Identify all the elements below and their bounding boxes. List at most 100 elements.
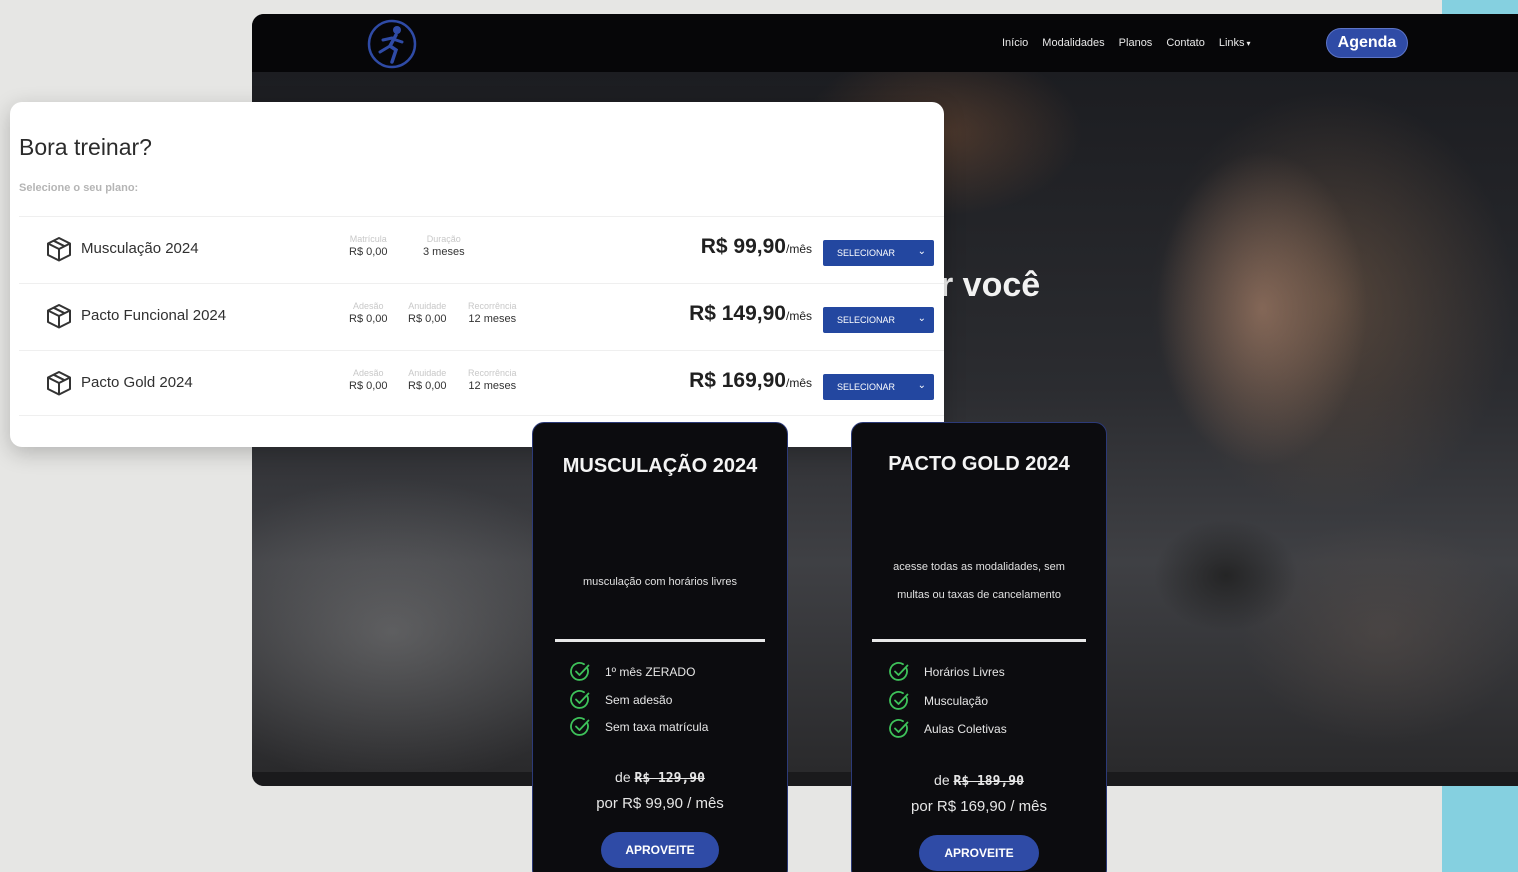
check-circle-icon <box>889 719 909 738</box>
chevron-down-icon: ⌄ <box>917 246 926 257</box>
feature-label: Musculação <box>924 694 989 708</box>
new-price-prefix: por <box>911 798 933 815</box>
accent-strip-bottom <box>1442 786 1518 872</box>
plan-row-pacto-funcional[interactable]: Pacto Funcional 2024 Adesão R$ 0,00 Anui… <box>19 283 944 349</box>
meta-value: R$ 0,00 <box>349 380 388 392</box>
plan-name: Pacto Gold 2024 <box>81 374 193 391</box>
feature-label: 1º mês ZERADO <box>605 665 696 679</box>
nav-link-contato[interactable]: Contato <box>1166 37 1205 49</box>
plan-price: R$ 169,90/mês <box>689 369 812 393</box>
plan-meta-adesao: Adesão R$ 0,00 <box>349 301 388 325</box>
select-plan-button[interactable]: SELECIONAR ⌄ <box>823 374 934 400</box>
card-description: musculação com horários livres <box>582 576 738 588</box>
card-description-line: acesse todas as modalidades, sem <box>893 561 1065 573</box>
card-description-line: multas ou taxas de cancelamento <box>897 589 1061 601</box>
nav-link-links-dropdown[interactable]: Links ▾ <box>1219 37 1251 49</box>
feature-label: Aulas Coletivas <box>924 722 1007 736</box>
nav-menu: Início Modalidades Planos Contato Links ▾ <box>1002 37 1251 49</box>
feature-item: 1º mês ZERADO <box>569 661 695 683</box>
per-month-label: /mês <box>785 242 812 256</box>
plan-meta-recorrencia: Recorrência 12 meses <box>468 301 517 325</box>
plan-meta-recorrencia: Recorrência 12 meses <box>468 368 517 392</box>
plan-row-pacto-gold[interactable]: Pacto Gold 2024 Adesão R$ 0,00 Anuidade … <box>19 350 944 416</box>
plan-price-value: R$ 99,90 <box>700 235 786 258</box>
nav-link-inicio[interactable]: Início <box>1002 37 1028 49</box>
select-plan-button[interactable]: SELECIONAR ⌄ <box>823 240 934 266</box>
hero-headline: r você <box>940 266 1041 304</box>
nav-link-planos[interactable]: Planos <box>1119 37 1153 49</box>
feature-item: Sem adesão <box>569 689 672 711</box>
aproveite-button[interactable]: APROVEITE <box>919 835 1039 871</box>
new-price-prefix: por <box>596 795 618 812</box>
plan-meta-anuidade: Anuidade R$ 0,00 <box>408 301 447 325</box>
plan-meta-adesao: Adesão R$ 0,00 <box>349 368 388 392</box>
meta-label: Adesão <box>353 301 384 311</box>
check-circle-icon <box>570 690 590 709</box>
select-button-label: SELECIONAR <box>837 382 896 392</box>
aproveite-button[interactable]: APROVEITE <box>601 832 719 868</box>
feature-item: Horários Livres <box>888 661 1005 683</box>
meta-label: Matrícula <box>349 234 387 244</box>
meta-value: 3 meses <box>423 246 465 258</box>
check-circle-icon <box>889 662 909 681</box>
plan-meta-duracao: Duração 3 meses <box>423 234 465 258</box>
meta-label: Anuidade <box>408 301 447 311</box>
old-price-value: R$ 189,90 <box>953 774 1024 789</box>
meta-label: Recorrência <box>468 301 517 311</box>
meta-value: 12 meses <box>468 313 517 325</box>
feature-item: Aulas Coletivas <box>888 718 1007 740</box>
package-box-icon <box>47 371 71 396</box>
meta-value: R$ 0,00 <box>408 380 447 392</box>
hero-athlete-image <box>1082 92 1442 712</box>
package-box-icon <box>47 237 71 262</box>
meta-label: Anuidade <box>408 368 447 378</box>
card-title: PACTO GOLD 2024 <box>888 453 1070 475</box>
meta-value: 12 meses <box>468 380 517 392</box>
feature-item: Sem taxa matrícula <box>569 716 708 738</box>
chevron-down-icon: ⌄ <box>917 380 926 391</box>
runner-logo-icon[interactable] <box>366 18 418 70</box>
check-circle-icon <box>570 662 590 681</box>
meta-label: Adesão <box>353 368 384 378</box>
card-divider <box>872 639 1086 642</box>
nav-link-modalidades[interactable]: Modalidades <box>1042 37 1104 49</box>
plan-name: Pacto Funcional 2024 <box>81 307 227 324</box>
plan-price: R$ 99,90/mês <box>701 235 812 259</box>
site-navbar: Início Modalidades Planos Contato Links ▾… <box>252 14 1518 72</box>
select-plan-button[interactable]: SELECIONAR ⌄ <box>823 307 934 333</box>
card-title: MUSCULAÇÃO 2024 <box>562 455 758 477</box>
feature-label: Sem taxa matrícula <box>605 720 709 734</box>
feature-item: Musculação <box>888 690 988 712</box>
plan-meta-anuidade: Anuidade R$ 0,00 <box>408 368 447 392</box>
meta-value: R$ 0,00 <box>349 246 388 258</box>
plan-price-value: R$ 149,90 <box>689 302 786 325</box>
feature-label: Sem adesão <box>605 693 673 707</box>
chevron-down-icon: ⌄ <box>917 313 926 324</box>
agenda-button[interactable]: Agenda <box>1326 28 1408 58</box>
original-price: de R$ 189,90 <box>852 772 1106 789</box>
caret-down-icon: ▾ <box>1246 39 1251 48</box>
plan-meta-matricula: Matrícula R$ 0,00 <box>349 234 388 258</box>
plan-row-musculacao[interactable]: Musculação 2024 Matrícula R$ 0,00 Duraçã… <box>19 216 944 282</box>
card-description: acesse todas as modalidades, sem multas … <box>872 553 1086 609</box>
accent-strip-top <box>1442 0 1518 14</box>
per-month-label: /mês <box>785 376 812 390</box>
old-price-value: R$ 129,90 <box>634 771 705 786</box>
pricing-card-pacto-gold: PACTO GOLD 2024 acesse todas as modalida… <box>851 422 1107 872</box>
nav-link-links-label: Links <box>1218 37 1245 49</box>
plan-price: R$ 149,90/mês <box>689 302 812 326</box>
current-price: por R$ 99,90 / mês <box>533 795 787 812</box>
plan-price-value: R$ 169,90 <box>689 369 786 392</box>
select-button-label: SELECIONAR <box>837 315 896 325</box>
meta-value: R$ 0,00 <box>408 313 447 325</box>
current-price: por R$ 169,90 / mês <box>852 798 1106 815</box>
feature-label: Horários Livres <box>924 665 1005 679</box>
per-month-label: /mês <box>785 309 812 323</box>
new-price-value: R$ 169,90 / mês <box>936 798 1047 815</box>
check-circle-icon <box>570 717 590 736</box>
meta-value: R$ 0,00 <box>349 313 388 325</box>
package-box-icon <box>47 304 71 329</box>
plan-selector-panel: Bora treinar? Selecione o seu plano: Mus… <box>10 102 944 447</box>
old-price-prefix: de <box>615 769 631 785</box>
select-button-label: SELECIONAR <box>837 248 896 258</box>
